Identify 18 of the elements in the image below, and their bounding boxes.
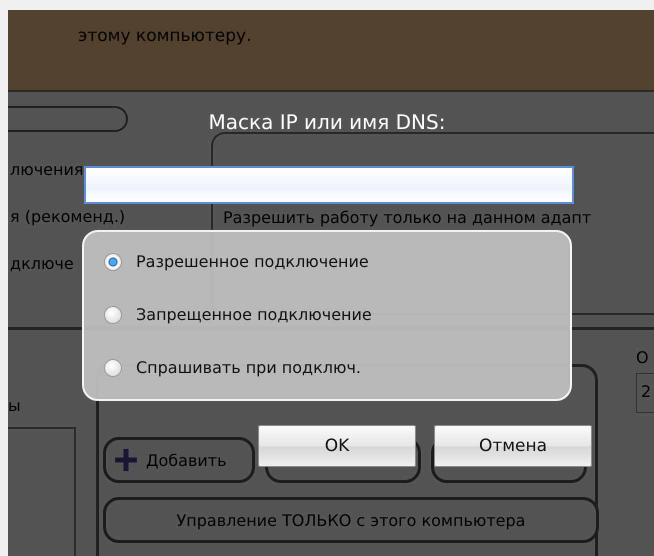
option-label: я (рекоменд.) <box>10 207 126 226</box>
dialog-title: Маска IP или имя DNS: <box>208 110 446 134</box>
radio-button[interactable] <box>104 252 122 270</box>
ok-button[interactable]: OK <box>258 425 416 467</box>
input-field[interactable] <box>84 166 574 204</box>
radio-label[interactable]: Спрашивать при подключ. <box>136 358 362 377</box>
radio-label[interactable]: Запрещенное подключение <box>136 305 372 324</box>
option-label: дключе <box>10 254 74 273</box>
radio-button[interactable] <box>104 358 122 376</box>
cancel-button[interactable]: Отмена <box>434 425 592 467</box>
plus-icon <box>114 448 138 472</box>
radio-label[interactable]: Разрешенное подключение <box>136 252 369 271</box>
option-label: лючения <box>10 160 84 179</box>
radio-button[interactable] <box>104 306 122 324</box>
header-text: этому компьютеру. <box>78 26 252 46</box>
list-label: ы <box>8 396 22 415</box>
adapter-hint: Разрешить работу только на данном адапт <box>223 208 592 227</box>
side-label: О <box>636 348 650 367</box>
